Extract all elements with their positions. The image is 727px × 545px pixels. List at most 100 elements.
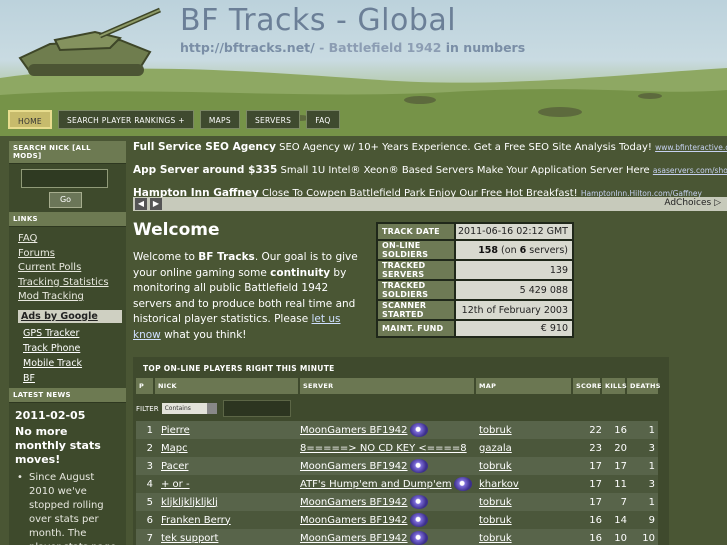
player-kills: 17 bbox=[614, 460, 627, 472]
player-nick-link[interactable]: tek support bbox=[155, 533, 300, 544]
ad-link-bf[interactable]: BF bbox=[23, 371, 126, 386]
table-row: 6 Franken Berry MoonGamers BF1942 tobruk 16 1… bbox=[136, 511, 658, 529]
player-deaths: 1 bbox=[648, 460, 655, 472]
col-score[interactable]: SCORE bbox=[573, 378, 602, 394]
player-deaths: 1 bbox=[648, 424, 655, 436]
nav-faq[interactable]: FAQ bbox=[306, 110, 340, 129]
table-row: 7 tek support MoonGamers BF1942 tobruk 16 10 1… bbox=[136, 529, 658, 545]
table-row: 2 Mapc 8=====> NO CD KEY <====8 gazala 23 20 3 bbox=[136, 439, 658, 457]
player-score: 16 bbox=[589, 514, 602, 526]
stat-label: TRACKED SERVERS bbox=[376, 259, 456, 281]
player-score: 17 bbox=[589, 460, 602, 472]
stat-label: TRACK DATE bbox=[376, 222, 456, 241]
site-url: http://bftracks.net/ bbox=[180, 40, 315, 55]
tank-icon bbox=[18, 7, 161, 76]
player-map-link[interactable]: tobruk bbox=[476, 515, 573, 526]
player-server-link[interactable]: ATF's Hump'em and Dump'em bbox=[300, 477, 476, 491]
col-deaths[interactable]: DEATHS bbox=[627, 378, 660, 394]
player-map-link[interactable]: kharkov bbox=[476, 479, 573, 490]
stat-label: MAINT. FUND bbox=[376, 319, 456, 338]
top-online-players-panel: TOP ON-LINE PLAYERS RIGHT THIS MINUTE P … bbox=[133, 357, 669, 545]
link-faq[interactable]: FAQ bbox=[18, 232, 126, 247]
filter-mode-select[interactable]: Contains bbox=[161, 403, 217, 414]
ad-next-icon[interactable]: ▶ bbox=[150, 198, 162, 210]
news-body: Since August 2010 we've stopped rolling … bbox=[15, 471, 120, 545]
welcome-text: Welcome to BF Tracks. Our goal is to giv… bbox=[133, 251, 358, 341]
news-item: 2011-02-05 No more monthly stats moves! … bbox=[9, 403, 126, 545]
col-map[interactable]: MAP bbox=[476, 378, 573, 394]
search-nick-input[interactable] bbox=[21, 169, 108, 188]
adchoices-link[interactable]: AdChoices ▷ bbox=[664, 198, 721, 208]
nav-search-player-rankings[interactable]: SEARCH PLAYER RANKINGS + bbox=[57, 110, 194, 129]
player-server-link[interactable]: MoonGamers BF1942 bbox=[300, 423, 476, 437]
ad-link-gps-tracker[interactable]: GPS Tracker bbox=[23, 326, 126, 341]
player-map-link[interactable]: tobruk bbox=[476, 533, 573, 544]
link-tracking-statistics[interactable]: Tracking Statistics bbox=[18, 276, 126, 291]
link-current-polls[interactable]: Current Polls bbox=[18, 261, 126, 276]
player-map-link[interactable]: tobruk bbox=[476, 425, 573, 436]
player-deaths: 10 bbox=[642, 532, 655, 544]
player-rank: 4 bbox=[146, 478, 153, 490]
player-score: 16 bbox=[589, 532, 602, 544]
ads-by-google-label[interactable]: Ads by Google bbox=[18, 309, 122, 323]
ad-link-mobile-track[interactable]: Mobile Track bbox=[23, 356, 126, 371]
player-score: 17 bbox=[589, 478, 602, 490]
player-nick-link[interactable]: Pacer bbox=[155, 461, 300, 472]
site-stats-table: TRACK DATE 2011-06-16 02:12 GMT ON-LINE S… bbox=[376, 222, 574, 338]
ad-row[interactable]: App Server around $335 Small 1U Intel® X… bbox=[133, 160, 727, 183]
player-deaths: 1 bbox=[648, 496, 655, 508]
site-header: BF Tracks - Global http://bftracks.net/ … bbox=[0, 0, 727, 136]
player-server-link[interactable]: MoonGamers BF1942 bbox=[300, 459, 476, 473]
player-map-link[interactable]: gazala bbox=[476, 443, 573, 454]
ad-links-list: GPS Tracker Track Phone Mobile Track BF bbox=[9, 323, 126, 388]
player-nick-link[interactable]: Pierre bbox=[155, 425, 300, 436]
go-button[interactable]: Go bbox=[49, 192, 82, 208]
server-globe-icon bbox=[409, 459, 428, 473]
player-rank: 7 bbox=[146, 532, 153, 544]
player-map-link[interactable]: tobruk bbox=[476, 497, 573, 508]
players-table-header: P NICK SERVER MAP SCORE KILLS DEATHS bbox=[136, 378, 660, 394]
table-row: 4 + or - ATF's Hump'em and Dump'em kharkov 1… bbox=[136, 475, 658, 493]
player-server-link[interactable]: 8=====> NO CD KEY <====8 bbox=[300, 443, 476, 454]
news-date: 2011-02-05 bbox=[15, 408, 86, 422]
player-server-link[interactable]: MoonGamers BF1942 bbox=[300, 495, 476, 509]
player-map-link[interactable]: tobruk bbox=[476, 461, 573, 472]
stat-label: TRACKED SOLDIERS bbox=[376, 279, 456, 301]
player-kills: 16 bbox=[614, 424, 627, 436]
search-nick-heading: SEARCH NICK [ALL MODS] bbox=[9, 141, 126, 164]
player-nick-link[interactable]: + or - bbox=[155, 479, 300, 490]
player-kills: 10 bbox=[614, 532, 627, 544]
player-score: 17 bbox=[589, 496, 602, 508]
links-list: FAQ Forums Current Polls Tracking Statis… bbox=[9, 227, 126, 308]
ad-link-track-phone[interactable]: Track Phone bbox=[23, 341, 126, 356]
nav-maps[interactable]: MAPS bbox=[199, 110, 240, 129]
sidebar: SEARCH NICK [ALL MODS] Go LINKS FAQ Foru… bbox=[9, 141, 126, 545]
ad-prev-icon[interactable]: ◀ bbox=[135, 198, 147, 210]
nav-home[interactable]: HOME bbox=[8, 110, 52, 129]
col-server[interactable]: SERVER bbox=[300, 378, 476, 394]
player-server-link[interactable]: MoonGamers BF1942 bbox=[300, 531, 476, 545]
ad-nav-bar: ◀ ▶ AdChoices ▷ bbox=[133, 197, 727, 211]
player-server-link[interactable]: MoonGamers BF1942 bbox=[300, 513, 476, 527]
col-p[interactable]: P bbox=[136, 378, 155, 394]
player-nick-link[interactable]: Franken Berry bbox=[155, 515, 300, 526]
filter-input[interactable] bbox=[222, 400, 291, 417]
col-nick[interactable]: NICK bbox=[155, 378, 300, 394]
player-nick-link[interactable]: Mapc bbox=[155, 443, 300, 454]
main-nav: HOME SEARCH PLAYER RANKINGS + MAPS SERVE… bbox=[8, 110, 340, 129]
player-rank: 2 bbox=[146, 442, 153, 454]
nav-servers[interactable]: SERVERS bbox=[245, 110, 301, 129]
site-title: BF Tracks - Global bbox=[180, 3, 457, 38]
link-mod-tracking[interactable]: Mod Tracking bbox=[18, 290, 126, 305]
welcome-title: Welcome bbox=[133, 220, 220, 240]
link-forums[interactable]: Forums bbox=[18, 247, 126, 262]
ad-row[interactable]: Full Service SEO Agency SEO Agency w/ 10… bbox=[133, 137, 727, 160]
col-kills[interactable]: KILLS bbox=[602, 378, 627, 394]
google-ads-block: Full Service SEO Agency SEO Agency w/ 10… bbox=[133, 137, 727, 212]
stat-label: ON-LINE SOLDIERS bbox=[376, 239, 456, 261]
player-score: 22 bbox=[589, 424, 602, 436]
player-rank: 3 bbox=[146, 460, 153, 472]
news-headline: No more monthly stats moves! bbox=[15, 424, 101, 466]
player-nick-link[interactable]: kljkljkljkljklj bbox=[155, 497, 300, 508]
stat-value: 5 429 088 bbox=[454, 279, 574, 301]
